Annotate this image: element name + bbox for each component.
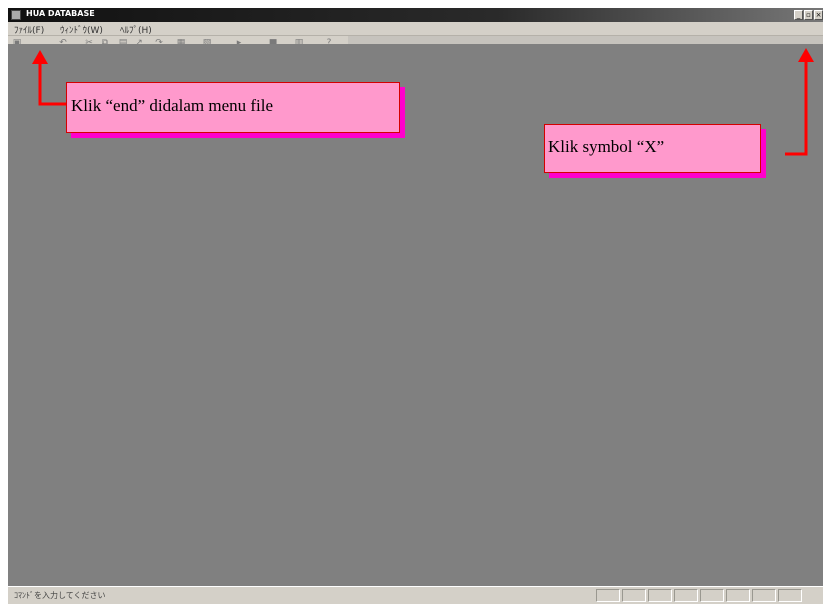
arrow-head-icon (32, 50, 48, 64)
arrow-head-icon (798, 48, 814, 62)
arrow-to-file-menu (38, 62, 66, 106)
annotation-arrows (32, 48, 814, 156)
arrow-to-close-button (785, 60, 808, 156)
